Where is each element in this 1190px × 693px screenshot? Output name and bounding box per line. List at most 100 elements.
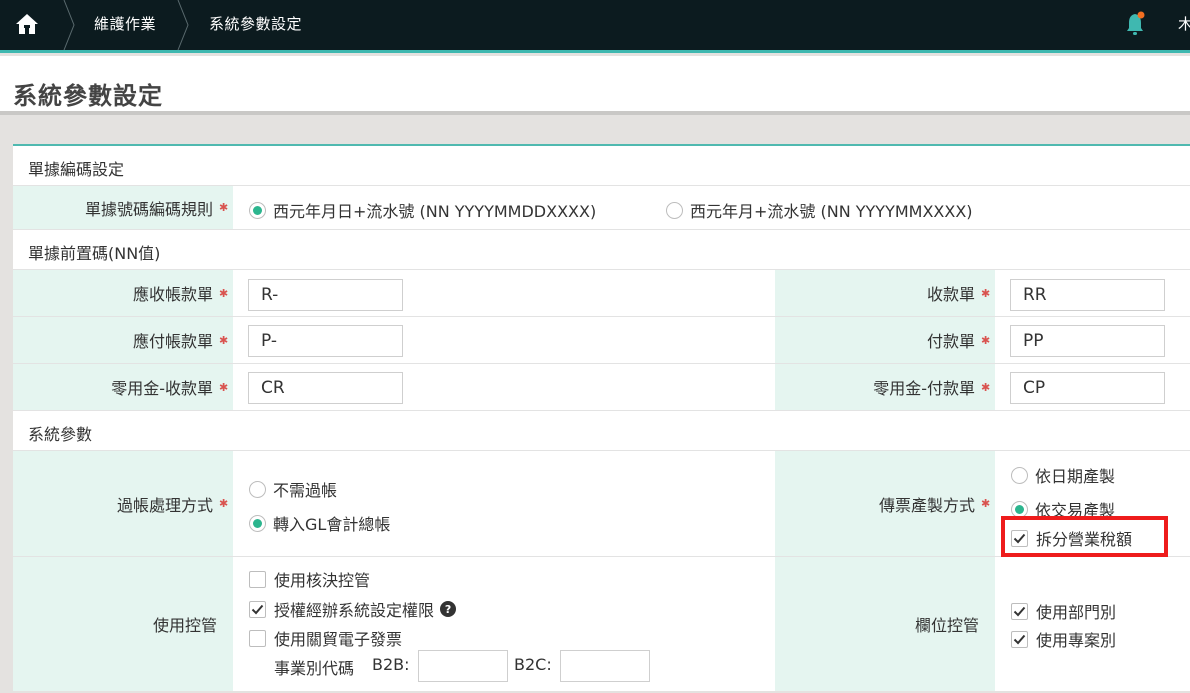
- required-marker: ✱: [981, 497, 991, 510]
- field-label: 零用金-付款單 ✱: [775, 364, 995, 410]
- field-label: 單據號碼編碼規則 ✱: [13, 186, 233, 229]
- prefix-row-3: 零用金-收款單 ✱ 零用金-付款單 ✱: [13, 364, 1190, 411]
- checkmark-icon: [1011, 630, 1028, 648]
- field-value: 西元年月日+流水號 (NN YYYYMMDDXXXX) 西元年月+流水號 (NN…: [233, 186, 1190, 229]
- radio-unselected-icon: [1011, 466, 1028, 484]
- approval-control-checkbox[interactable]: 使用核決控管: [249, 567, 370, 591]
- field-label: 收款單 ✱: [775, 270, 995, 316]
- checkbox-label: 使用關貿電子發票: [274, 630, 403, 649]
- radio-selected-icon: [249, 201, 266, 219]
- radio-selected-icon: [1011, 500, 1028, 518]
- section-header-prefix: 單據前置碼(NN值): [13, 230, 1190, 270]
- prefix-row-2: 應付帳款單 ✱ 付款單 ✱: [13, 317, 1190, 364]
- radio-label: 轉入GL會計總帳: [273, 515, 391, 534]
- required-marker: ✱: [981, 333, 991, 347]
- field-label: 使用控管: [13, 557, 233, 691]
- section-title: 單據編碼設定: [28, 160, 125, 179]
- checkbox-label: 授權經辦系統設定權限: [274, 601, 435, 620]
- department-checkbox[interactable]: 使用部門別: [1011, 599, 1116, 623]
- breadcrumb-system-params[interactable]: 系統參數設定: [209, 13, 302, 34]
- e-invoice-checkbox[interactable]: 使用關貿電子發票: [249, 626, 402, 650]
- user-menu[interactable]: 木: [1178, 13, 1190, 34]
- breadcrumb-separator-icon: [63, 0, 75, 50]
- project-checkbox[interactable]: 使用專案別: [1011, 627, 1116, 651]
- radio-label: 依日期產製: [1035, 467, 1116, 486]
- field-value: [233, 270, 775, 316]
- petty-payment-label: 零用金-付款單: [873, 379, 975, 398]
- settings-form: 單據編碼設定 單據號碼編碼規則 ✱ 西元年月日+流水號 (NN YYYYMMDDX…: [13, 144, 1190, 691]
- field-value: [233, 317, 775, 363]
- checkbox-label: 使用專案別: [1036, 631, 1117, 650]
- payment-prefix-input[interactable]: [1010, 325, 1165, 357]
- checkbox-empty-icon: [249, 570, 266, 588]
- home-icon[interactable]: [8, 8, 46, 40]
- checkmark-icon: [1011, 602, 1028, 620]
- field-label: 欄位控管: [775, 557, 995, 691]
- doc-number-rule-row: 單據號碼編碼規則 ✱ 西元年月日+流水號 (NN YYYYMMDDXXXX) 西元…: [13, 186, 1190, 230]
- field-value: [995, 364, 1190, 410]
- posting-label: 過帳處理方式: [116, 495, 213, 515]
- page-title: 系統參數設定: [13, 82, 163, 110]
- b2b-code-input[interactable]: [418, 650, 508, 682]
- ap-label: 應付帳款單: [132, 332, 213, 351]
- required-marker: ✱: [981, 286, 991, 300]
- b2c-label: B2C:: [514, 655, 552, 674]
- field-label: 過帳處理方式 ✱: [13, 451, 233, 556]
- required-marker: ✱: [219, 333, 229, 347]
- checkbox-label: 使用核決控管: [274, 571, 371, 590]
- petty-receipt-prefix-input[interactable]: [248, 372, 403, 404]
- voucher-label: 傳票產製方式: [878, 495, 975, 515]
- checkmark-icon: [249, 600, 266, 618]
- field-value: [233, 364, 775, 410]
- required-marker: ✱: [219, 201, 229, 214]
- petty-receipt-label: 零用金-收款單: [111, 379, 213, 398]
- top-nav-bar: 維護作業 系統參數設定 木: [0, 0, 1190, 53]
- field-value: [995, 270, 1190, 316]
- field-control-label: 欄位控管: [914, 616, 979, 635]
- required-marker: ✱: [219, 497, 229, 510]
- radio-by-date[interactable]: 依日期產製: [1011, 463, 1115, 487]
- checkbox-empty-icon: [249, 629, 266, 647]
- b2c-code-input[interactable]: [560, 650, 650, 682]
- field-value: 使用部門別 使用專案別: [995, 557, 1190, 691]
- page-header: 系統參數設定: [0, 56, 1190, 115]
- b2b-label: B2B:: [372, 655, 410, 674]
- prefix-row-1: 應收帳款單 ✱ 收款單 ✱: [13, 270, 1190, 317]
- usage-control-label: 使用控管: [152, 616, 217, 635]
- required-marker: ✱: [981, 380, 991, 394]
- receipt-prefix-input[interactable]: [1010, 279, 1165, 311]
- control-row: 使用控管 使用核決控管 授權經辦系統設定權限? 使用關貿電子發票 事業別代碼 B…: [13, 557, 1190, 691]
- radio-unselected-icon: [666, 201, 683, 219]
- required-marker: ✱: [219, 286, 229, 300]
- breadcrumb-maintenance[interactable]: 維護作業: [94, 13, 156, 34]
- checkbox-label: 使用部門別: [1036, 603, 1117, 622]
- ar-prefix-input[interactable]: [248, 279, 403, 311]
- field-label: 零用金-收款單 ✱: [13, 364, 233, 410]
- section-title: 單據前置碼(NN值): [28, 244, 161, 263]
- radio-no-posting[interactable]: 不需過帳: [249, 477, 337, 501]
- section-title: 系統參數: [28, 425, 93, 444]
- section-header-doc-code: 單據編碼設定: [13, 146, 1190, 186]
- field-label: 傳票產製方式 ✱: [775, 451, 995, 556]
- doc-number-rule-label: 單據號碼編碼規則: [84, 199, 213, 219]
- section-header-system: 系統參數: [13, 411, 1190, 451]
- field-value: 不需過帳 轉入GL會計總帳: [233, 451, 775, 556]
- bell-icon[interactable]: [1124, 10, 1150, 38]
- receipt-label: 收款單: [926, 285, 975, 304]
- help-icon[interactable]: ?: [440, 601, 457, 617]
- field-label: 付款單 ✱: [775, 317, 995, 363]
- radio-ymd-serial[interactable]: 西元年月日+流水號 (NN YYYYMMDDXXXX): [249, 198, 596, 222]
- radio-label: 西元年月+流水號 (NN YYYYMMXXXX): [690, 202, 973, 221]
- radio-selected-icon: [249, 514, 266, 532]
- required-marker: ✱: [219, 380, 229, 394]
- highlight-box: [1001, 516, 1168, 557]
- ap-prefix-input[interactable]: [248, 325, 403, 357]
- radio-ym-serial[interactable]: 西元年月+流水號 (NN YYYYMMXXXX): [666, 198, 973, 222]
- breadcrumb-separator-icon: [177, 0, 189, 50]
- business-code-label: 事業別代碼: [274, 659, 355, 678]
- radio-label: 西元年月日+流水號 (NN YYYYMMDDXXXX): [273, 202, 597, 221]
- radio-gl-posting[interactable]: 轉入GL會計總帳: [249, 511, 390, 535]
- field-label: 應收帳款單 ✱: [13, 270, 233, 316]
- petty-payment-prefix-input[interactable]: [1010, 372, 1165, 404]
- authorize-settings-checkbox[interactable]: 授權經辦系統設定權限?: [249, 597, 457, 621]
